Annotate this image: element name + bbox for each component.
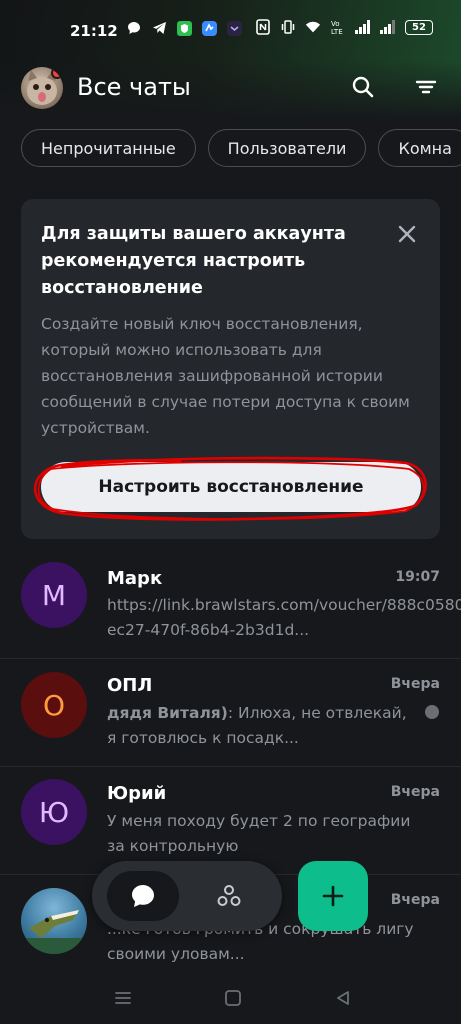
chat-avatar: О bbox=[21, 672, 87, 738]
page-title: Все чаты bbox=[77, 73, 191, 101]
chat-icon bbox=[132, 885, 154, 907]
nfc-icon bbox=[255, 19, 271, 35]
nav-spaces-button[interactable] bbox=[214, 881, 244, 911]
chat-time: Вчера bbox=[390, 892, 440, 908]
app-dark-icon bbox=[226, 20, 242, 36]
chat-item-opl[interactable]: О ОПЛ Вчера дядя Виталя): Илюха, не отвл… bbox=[0, 659, 461, 765]
status-time: 21:12 bbox=[70, 22, 118, 40]
chat-preview: У меня походу будет 2 по географии за ко… bbox=[107, 809, 419, 859]
crocodile-avatar-image bbox=[21, 910, 87, 954]
unread-indicator bbox=[425, 705, 439, 719]
chat-preview: дядя Виталя): Илюха, не отвлекай, я гото… bbox=[107, 701, 419, 751]
avatar-initial: Ю bbox=[38, 795, 70, 829]
recovery-banner: Для защиты вашего аккаунта рекомендуется… bbox=[21, 199, 440, 539]
chat-preview-sender: дядя Виталя) bbox=[107, 704, 228, 722]
spaces-icon bbox=[217, 885, 241, 906]
close-icon bbox=[398, 225, 416, 243]
chat-item-yuri[interactable]: Ю Юрий Вчера У меня походу будет 2 по ге… bbox=[0, 767, 461, 873]
recovery-banner-text: Создайте новый ключ восстановления, кото… bbox=[41, 315, 410, 437]
system-status-icons: Vo LTE 52 bbox=[255, 19, 433, 35]
notification-icons bbox=[126, 20, 242, 36]
chat-preview: https://link.brawlstars.com/voucher/888c… bbox=[107, 593, 461, 643]
header-fade bbox=[0, 60, 461, 120]
home-button[interactable] bbox=[221, 986, 245, 1010]
chat-time: Вчера bbox=[390, 784, 440, 800]
avatar-initial: О bbox=[42, 688, 66, 722]
home-icon bbox=[225, 990, 241, 1006]
back-icon bbox=[337, 991, 349, 1005]
battery-indicator: 52 bbox=[405, 19, 433, 35]
chat-name: ОПЛ bbox=[107, 675, 153, 696]
bottom-navigation bbox=[92, 861, 282, 931]
filter-button[interactable] bbox=[411, 72, 441, 102]
volte-icon: Vo LTE bbox=[330, 19, 346, 35]
chat-preview-text: https://link.brawlstars.com/voucher/888c… bbox=[107, 596, 461, 639]
signal-icon-1 bbox=[355, 19, 371, 35]
recovery-banner-title: Для защиты вашего аккаунта рекомендуется… bbox=[41, 224, 346, 298]
filter-chip-people[interactable]: Пользователи bbox=[207, 129, 367, 167]
chat-avatar: М bbox=[21, 562, 87, 628]
telegram-icon bbox=[151, 20, 167, 36]
app-blue-icon bbox=[201, 20, 217, 36]
chat-avatar: Ю bbox=[21, 779, 87, 845]
svg-text:Vo: Vo bbox=[331, 20, 340, 28]
vibrate-icon bbox=[280, 19, 296, 35]
signal-icon-2 bbox=[380, 19, 396, 35]
recents-button[interactable] bbox=[111, 986, 135, 1010]
setup-recovery-button[interactable]: Настроить восстановление bbox=[41, 462, 421, 512]
chat-avatar bbox=[21, 888, 87, 954]
notification-dot bbox=[51, 67, 63, 79]
back-button[interactable] bbox=[331, 986, 355, 1010]
close-banner-button[interactable] bbox=[396, 223, 418, 245]
filter-icon bbox=[415, 80, 437, 94]
chat-time: 19:07 bbox=[395, 569, 440, 585]
filter-chip-rooms[interactable]: Комна bbox=[378, 129, 461, 167]
wifi-icon bbox=[305, 19, 321, 35]
search-icon bbox=[352, 76, 374, 98]
chat-time: Вчера bbox=[390, 676, 440, 692]
search-button[interactable] bbox=[348, 72, 378, 102]
svg-text:LTE: LTE bbox=[331, 28, 343, 35]
plus-icon bbox=[322, 885, 344, 907]
chat-bubble-icon bbox=[126, 20, 142, 36]
menu-icon bbox=[115, 992, 131, 1004]
system-navigation-bar bbox=[0, 972, 461, 1024]
filter-chip-unread[interactable]: Непрочитанные bbox=[21, 129, 196, 167]
user-avatar[interactable] bbox=[21, 67, 63, 109]
nav-chats-button[interactable] bbox=[107, 871, 179, 921]
avatar-initial: М bbox=[41, 578, 67, 612]
chat-name: Юрий bbox=[107, 783, 167, 804]
new-chat-button[interactable] bbox=[298, 861, 368, 931]
vpn-shield-icon bbox=[176, 20, 192, 36]
chat-name: Марк bbox=[107, 568, 163, 589]
chat-preview-text: У меня походу будет 2 по географии за ко… bbox=[107, 812, 411, 855]
filter-chips: Непрочитанные Пользователи Комна bbox=[21, 129, 461, 167]
chat-item-mark[interactable]: М Марк 19:07 https://link.brawlstars.com… bbox=[0, 552, 461, 658]
